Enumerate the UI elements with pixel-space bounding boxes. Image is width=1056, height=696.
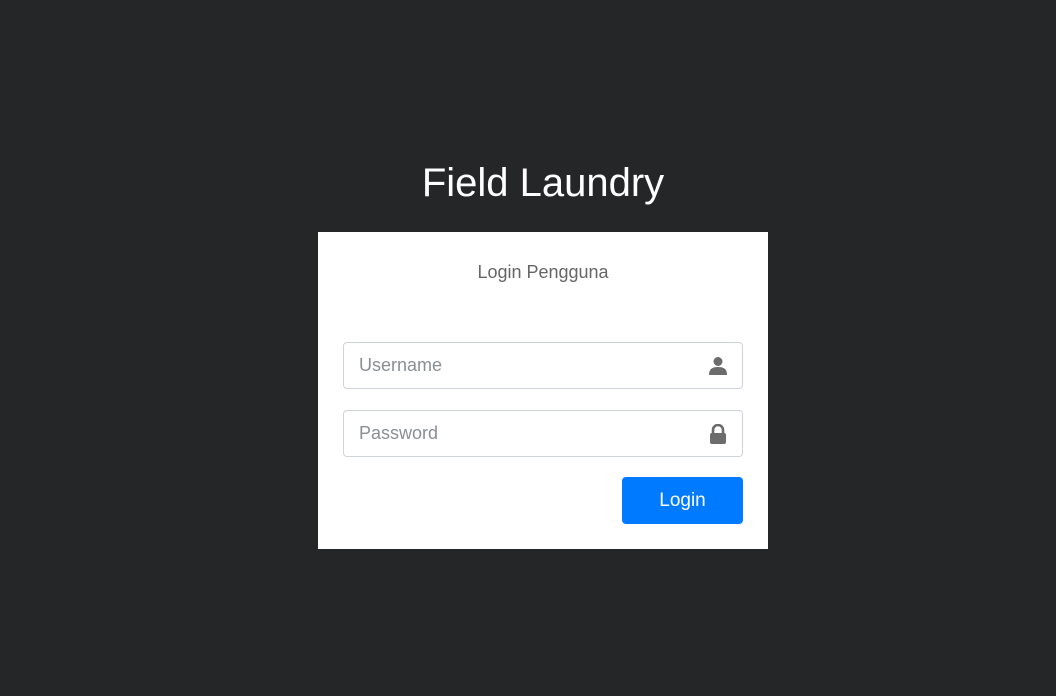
user-icon	[708, 356, 728, 376]
password-input[interactable]	[344, 411, 694, 456]
password-field-group	[343, 410, 743, 457]
login-card: Login Pengguna Login	[318, 232, 768, 549]
username-input[interactable]	[344, 343, 694, 388]
page-title: Field Laundry	[421, 161, 665, 205]
lock-icon	[708, 423, 728, 444]
login-button[interactable]: Login	[622, 477, 743, 524]
username-field-group	[343, 342, 743, 389]
login-card-title: Login Pengguna	[477, 262, 609, 282]
